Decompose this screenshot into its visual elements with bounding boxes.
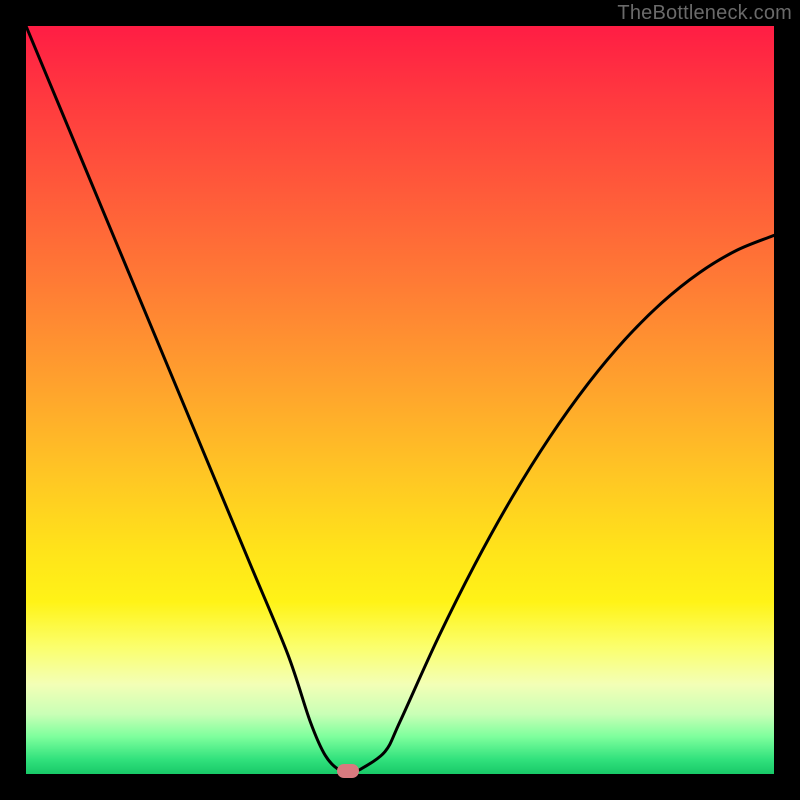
- plot-area: [26, 26, 774, 774]
- watermark-text: TheBottleneck.com: [617, 2, 792, 25]
- bottleneck-curve: [26, 26, 774, 774]
- optimal-point-marker: [337, 764, 359, 778]
- chart-frame: TheBottleneck.com: [0, 0, 800, 800]
